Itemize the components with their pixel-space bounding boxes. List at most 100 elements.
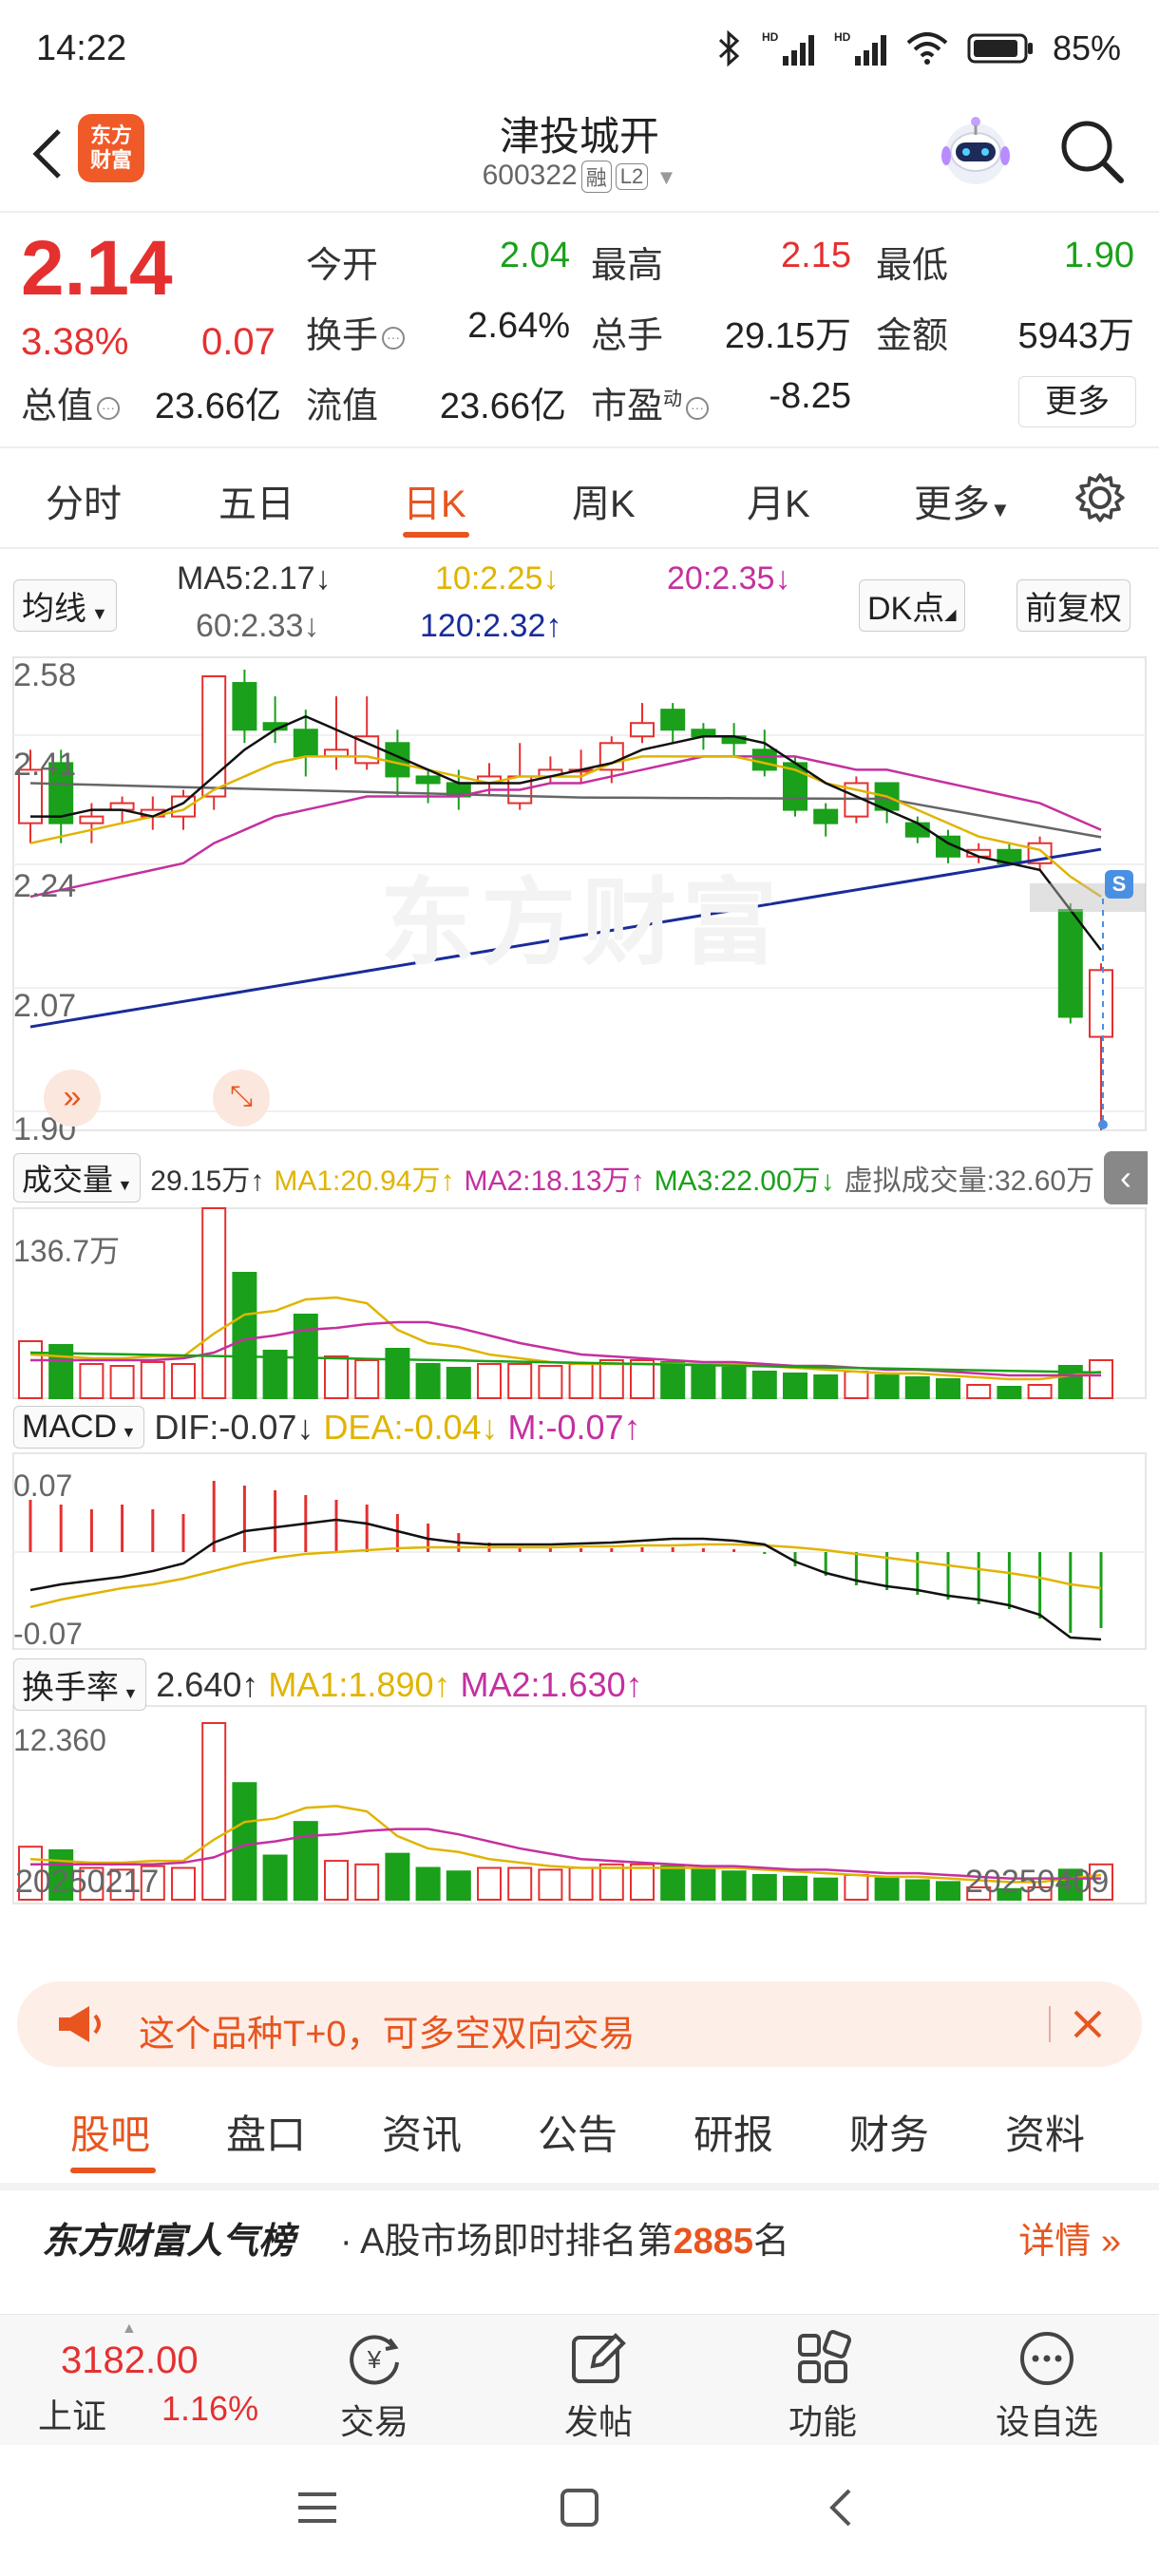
candle-down (415, 775, 441, 785)
edit-icon (572, 2333, 626, 2383)
fullscreen-button[interactable]: ⤡ (213, 1070, 270, 1127)
turnover-ma1: MA1:1.890↑ (268, 1664, 451, 1704)
tab-more[interactable]: 更多▼ (914, 473, 1011, 528)
sell-marker[interactable]: S (1105, 870, 1133, 899)
volume-bar (477, 1363, 502, 1399)
info-icon[interactable]: ··· (382, 326, 406, 350)
turnover-header: 换手率 ▼ 2.640↑ MA1:1.890↑ MA2:1.630↑ (13, 1658, 643, 1711)
back-button[interactable] (21, 114, 78, 190)
turnover-bar (415, 1866, 441, 1902)
home-icon[interactable] (555, 2483, 604, 2532)
t0-banner[interactable]: 这个品种T+0，可多空双向交易 (17, 1981, 1142, 2067)
macd-selector[interactable]: MACD ▼ (13, 1406, 145, 1449)
megaphone-icon (59, 2006, 101, 2042)
back-arrow-icon (32, 129, 61, 179)
macd-dea-line (29, 1543, 1102, 1609)
float-label: 流值 (306, 387, 379, 426)
collapse-panel-button[interactable]: ‹ (1104, 1151, 1148, 1204)
turnover-label: 换手 ··· (306, 306, 406, 358)
subtab-news[interactable]: 资讯 (382, 2103, 462, 2161)
tab-weekly-k[interactable]: 周K (572, 473, 636, 528)
menu-icon[interactable] (293, 2483, 342, 2532)
turnover-bar (936, 1881, 960, 1902)
watermark: 东方财富 (380, 870, 783, 976)
expand-left-button[interactable]: » (44, 1070, 101, 1127)
turnover-bar (783, 1875, 808, 1901)
candle-down (660, 709, 686, 731)
nav-functions[interactable]: 功能 (756, 2328, 889, 2442)
app-logo[interactable]: 东方 财富 (78, 114, 144, 182)
settings-button[interactable] (1072, 469, 1129, 531)
volume-header: 成交量 ▼ 29.15万↑ MA1:20.94万↑ MA2:18.13万↑ MA… (13, 1153, 1094, 1203)
kline-chart-svg[interactable] (0, 551, 1159, 1919)
turnover-bar (385, 1852, 410, 1902)
tab-intraday[interactable]: 分时 (46, 473, 122, 528)
volume-current: 29.15万↑ (150, 1165, 265, 1197)
volume-bar (997, 1386, 1022, 1399)
tab-daily-k[interactable]: 日K (403, 473, 466, 528)
low-label: 最低 (876, 246, 949, 286)
amount-label: 金额 (876, 316, 949, 356)
turnover-selector[interactable]: 换手率 ▼ (13, 1658, 147, 1711)
grid-icon (798, 2330, 851, 2383)
more-button[interactable]: 更多 (1018, 376, 1136, 427)
high-label: 最高 (591, 246, 664, 286)
turnover-current: 2.640↑ (156, 1664, 259, 1704)
search-button[interactable] (1054, 114, 1130, 190)
popularity-details-link[interactable]: 详情 » (1018, 2211, 1121, 2263)
nav-trade[interactable]: ¥ 交易 (308, 2328, 441, 2442)
subtab-forum[interactable]: 股吧 (70, 2103, 150, 2161)
subtab-finance[interactable]: 财务 (849, 2103, 929, 2161)
signal-icon: HD (762, 30, 814, 66)
low-value: 1.90 (1064, 236, 1134, 275)
header-divider (0, 211, 1159, 213)
assistant-robot-icon[interactable] (935, 110, 1016, 192)
nav-post[interactable]: 发帖 (532, 2328, 665, 2442)
volume-selector[interactable]: 成交量 ▼ (13, 1153, 142, 1203)
popularity-row[interactable]: 东方财富人气榜 · A股市场即时排名第2885名 详情 » (0, 2192, 1159, 2278)
open-label: 今开 (306, 246, 379, 286)
nav-add-watchlist[interactable]: 设自选 (980, 2328, 1113, 2442)
volume-bar (721, 1367, 747, 1399)
stock-code: 600322 (482, 160, 578, 191)
volume-bar (201, 1207, 227, 1399)
caret-up-icon: ▲ (122, 2320, 137, 2337)
volume-bar (874, 1374, 900, 1399)
turnover-bar (691, 1868, 716, 1902)
margin-tag: 融 (580, 161, 612, 194)
candle-down (751, 748, 777, 771)
turnover-bar (171, 1866, 196, 1902)
volume-bar (904, 1376, 930, 1399)
subtab-research[interactable]: 研报 (694, 2103, 773, 2161)
volume-bar (446, 1367, 471, 1399)
status-icons: HD HD 85% (716, 28, 1121, 68)
change-percent: 3.38% (21, 321, 129, 363)
info-icon[interactable]: ··· (97, 396, 121, 420)
subtab-order-book[interactable]: 盘口 (226, 2103, 306, 2161)
turnover-bar (538, 1868, 563, 1902)
info-icon[interactable]: ··· (686, 396, 710, 420)
open-value: 2.04 (500, 236, 570, 275)
turnover-bar (446, 1870, 471, 1901)
subtab-announcements[interactable]: 公告 (538, 2103, 618, 2161)
content-tabs: 股吧 盘口 资讯 公告 研报 财务 资料 (0, 2086, 1159, 2181)
bottom-nav: ▲ 3182.00 上证 1.16% ¥ 交易 发帖 功能 设自选 (0, 2314, 1159, 2445)
tab-five-day[interactable]: 五日 (218, 473, 294, 528)
macd-bottom-label: -0.07 (13, 1617, 83, 1651)
pe-label: 市盈动 ··· (591, 376, 710, 428)
tab-monthly-k[interactable]: 月K (747, 473, 810, 528)
back-nav-icon[interactable] (817, 2483, 866, 2532)
candle-down (1057, 909, 1083, 1018)
candle-down (232, 682, 257, 731)
subtab-profile[interactable]: 资料 (1005, 2103, 1085, 2161)
chevron-left-icon: ‹ (1120, 1158, 1131, 1197)
index-name: 上证 (38, 2396, 107, 2435)
battery-percent: 85% (1052, 28, 1121, 67)
banner-close-button[interactable] (1062, 1998, 1113, 2050)
index-percent: 1.16% (162, 2389, 259, 2428)
status-bar: 14:22 HD HD 85% (0, 0, 1159, 104)
current-price: 2.14 (21, 225, 173, 312)
turnover-bar (630, 1863, 655, 1902)
volume-bar (598, 1359, 624, 1399)
turnover-bar (232, 1782, 257, 1901)
